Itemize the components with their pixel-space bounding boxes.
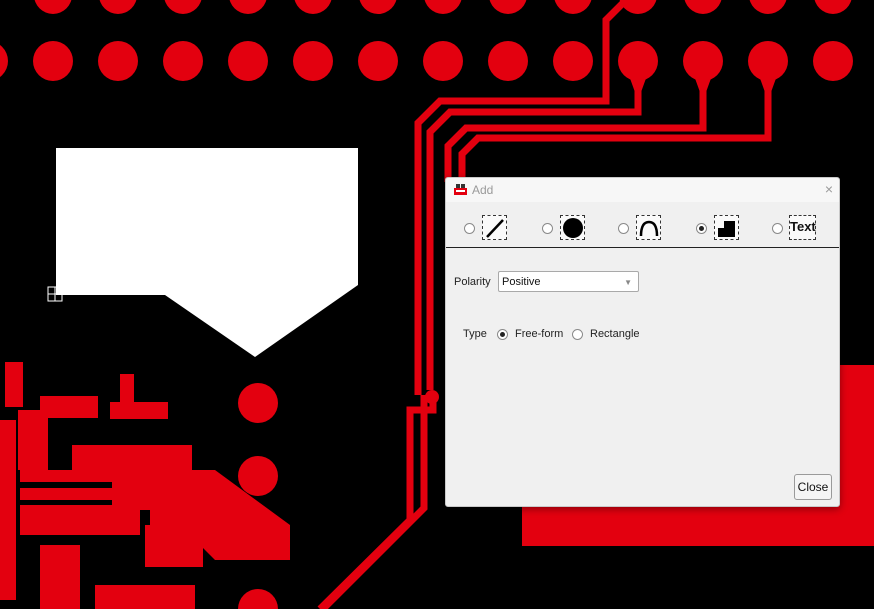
line-icon	[482, 215, 507, 240]
type-freeform-radio[interactable]	[497, 329, 508, 340]
tool-line-radio[interactable]	[464, 223, 475, 234]
add-dialog: Add × Text Polarity Positive ▼ Type Free…	[445, 177, 840, 507]
tool-arc[interactable]	[618, 212, 668, 242]
app-logo-icon	[454, 184, 467, 195]
text-tool-box: Text	[789, 215, 816, 240]
polarity-value: Positive	[502, 276, 541, 288]
type-label: Type	[463, 328, 487, 340]
via	[425, 390, 439, 404]
filled-circle-icon	[560, 215, 585, 240]
close-icon[interactable]: ×	[825, 181, 833, 197]
type-freeform-label[interactable]: Free-form	[515, 328, 563, 340]
dialog-title: Add	[472, 183, 494, 197]
close-button[interactable]: Close	[794, 474, 832, 500]
arc-icon	[636, 215, 661, 240]
tool-arc-radio[interactable]	[618, 223, 629, 234]
polarity-select[interactable]: Positive ▼	[498, 271, 639, 292]
tool-circle[interactable]	[542, 212, 592, 242]
tool-polygon[interactable]	[696, 212, 746, 242]
type-rectangle-label[interactable]: Rectangle	[590, 328, 640, 340]
tool-circle-radio[interactable]	[542, 223, 553, 234]
type-rectangle-radio[interactable]	[572, 329, 583, 340]
tool-strip: Text	[446, 208, 839, 248]
chevron-down-icon[interactable]: ▼	[624, 278, 632, 287]
tool-line[interactable]	[464, 212, 514, 242]
dialog-titlebar[interactable]: Add ×	[446, 178, 839, 202]
tool-text[interactable]: Text	[772, 212, 822, 242]
tool-text-radio[interactable]	[772, 223, 783, 234]
polygon-icon	[714, 215, 739, 240]
tool-polygon-radio[interactable]	[696, 223, 707, 234]
polarity-label: Polarity	[454, 276, 491, 288]
text-tool-label: Text	[790, 219, 816, 234]
